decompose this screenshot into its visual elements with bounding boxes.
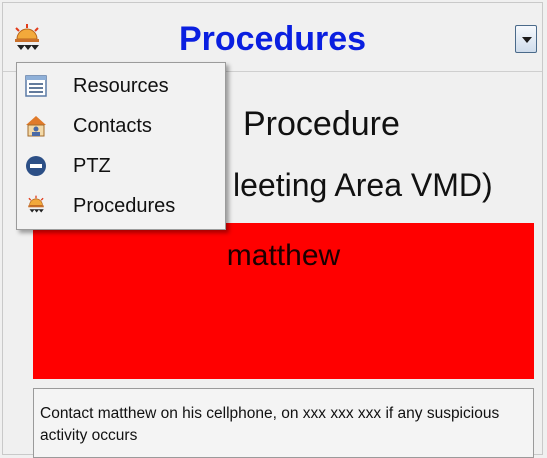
procedure-notes: Contact matthew on his cellphone, on xxx… bbox=[33, 388, 534, 458]
procedure-name: Procedure bbox=[243, 105, 400, 143]
page-title: Procedures bbox=[178, 20, 367, 58]
menu-item-label: Contacts bbox=[73, 115, 152, 137]
alert-banner: matthew bbox=[33, 223, 534, 379]
menu-item-label: Resources bbox=[73, 75, 169, 97]
procedure-subtitle: leeting Area VMD) bbox=[233, 167, 493, 203]
menu-item-ptz[interactable]: PTZ bbox=[17, 145, 225, 185]
menu-item-resources[interactable]: Resources bbox=[17, 65, 225, 105]
list-icon bbox=[25, 75, 47, 97]
contacts-icon bbox=[25, 115, 47, 137]
menu-item-label: PTZ bbox=[73, 155, 111, 177]
siren-icon bbox=[25, 195, 47, 217]
navigation-menu: Resources Contacts PTZ Procedures bbox=[16, 62, 226, 230]
menu-item-procedures[interactable]: Procedures bbox=[17, 185, 225, 225]
menu-item-label: Procedures bbox=[73, 195, 176, 217]
chevron-down-icon[interactable] bbox=[515, 25, 537, 53]
ptz-icon bbox=[25, 155, 47, 177]
alert-contact-name: matthew bbox=[226, 239, 341, 272]
menu-item-contacts[interactable]: Contacts bbox=[17, 105, 225, 145]
